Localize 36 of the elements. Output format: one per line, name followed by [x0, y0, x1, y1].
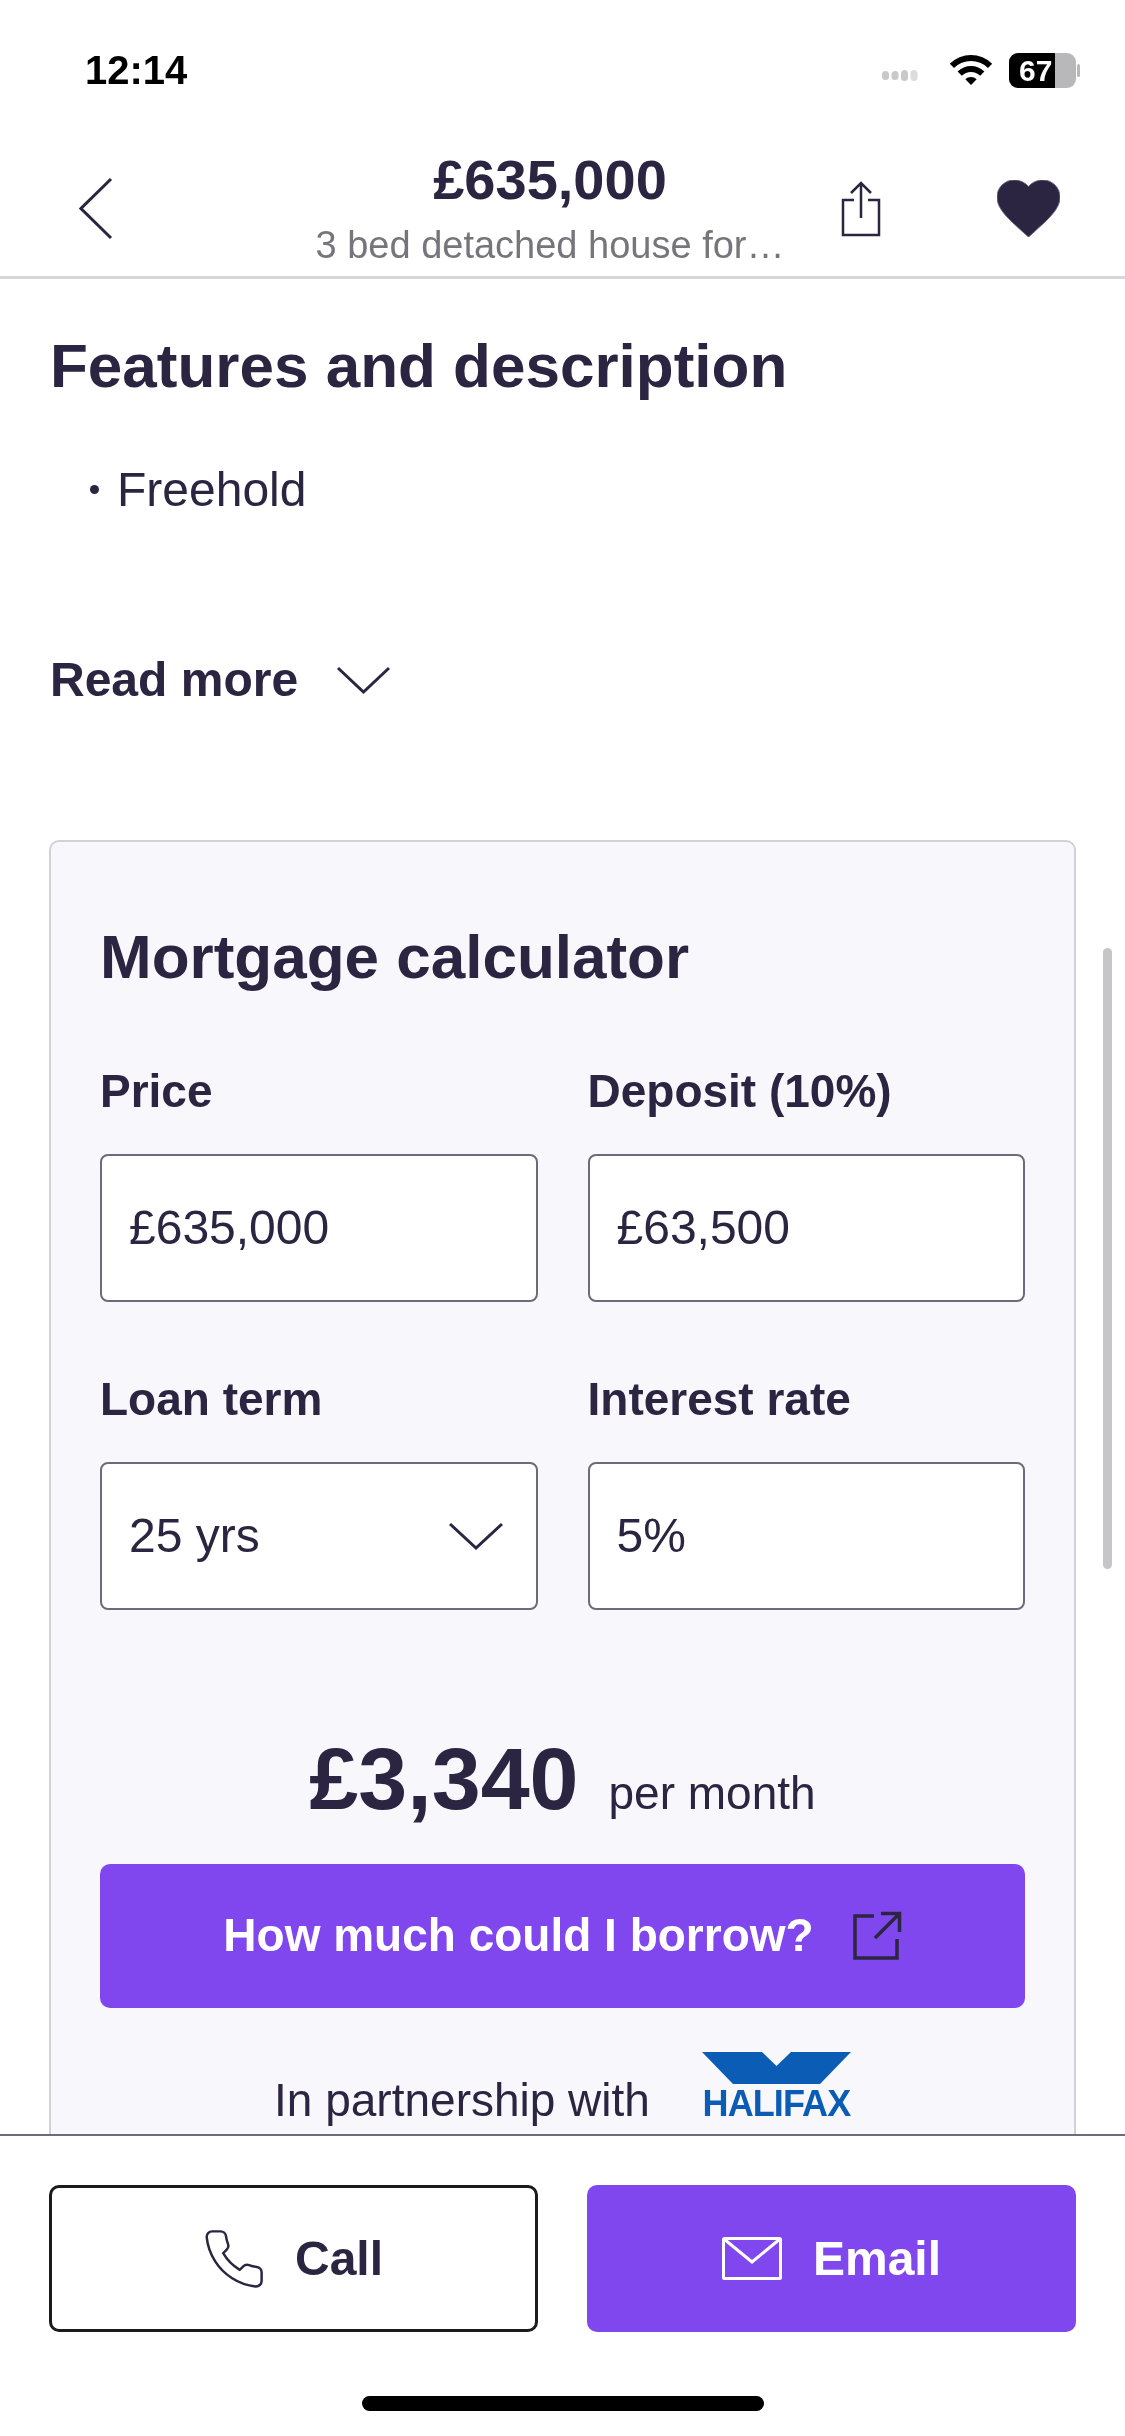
section-heading: Features and description	[50, 330, 788, 402]
field-label: Deposit (10%)	[587, 1064, 893, 1118]
partnership-text: In partnership with	[274, 2073, 650, 2127]
feature-item: Freehold	[117, 462, 307, 518]
external-link-icon	[852, 1911, 902, 1961]
envelope-icon	[721, 2237, 782, 2280]
favourite-heart-icon[interactable]	[997, 179, 1060, 237]
monthly-payment: £3,340	[309, 1727, 579, 1829]
share-icon[interactable]	[841, 179, 881, 237]
phone-icon	[204, 2229, 264, 2288]
dropdown-field[interactable]: 25 yrs	[100, 1461, 538, 1610]
call-button[interactable]: Call	[49, 2185, 538, 2332]
email-button[interactable]: Email	[587, 2185, 1076, 2332]
borrow-button[interactable]: How much could I borrow?	[100, 1863, 1025, 2008]
listing-price: £635,000	[433, 148, 667, 213]
field-label: Loan term	[100, 1372, 324, 1426]
text-field[interactable]: £635,000	[100, 1153, 538, 1302]
logo-text: HALIFAX	[702, 2083, 851, 2124]
signal-icon	[882, 69, 918, 81]
text-field[interactable]: 5%	[587, 1461, 1025, 1610]
listing-subtitle: 3 bed detached house for…	[315, 223, 785, 268]
field-label: Interest rate	[587, 1372, 852, 1426]
battery-percentage: 67	[1019, 53, 1053, 87]
back-icon[interactable]	[79, 176, 113, 240]
field-label: Price	[100, 1064, 214, 1118]
payment-period: per month	[608, 1766, 816, 1820]
calculator-title: Mortgage calculator	[100, 920, 691, 992]
bullet-icon	[90, 485, 99, 495]
wifi-icon	[948, 54, 994, 86]
battery-icon	[1009, 52, 1080, 88]
status-time: 12:14	[85, 47, 188, 93]
read-more-button[interactable]: Read more	[50, 652, 392, 708]
chevron-down-icon	[447, 1521, 504, 1550]
text-field[interactable]: £63,500	[587, 1153, 1025, 1302]
logo-mark-icon	[701, 2051, 851, 2084]
chevron-down-icon	[336, 666, 392, 695]
